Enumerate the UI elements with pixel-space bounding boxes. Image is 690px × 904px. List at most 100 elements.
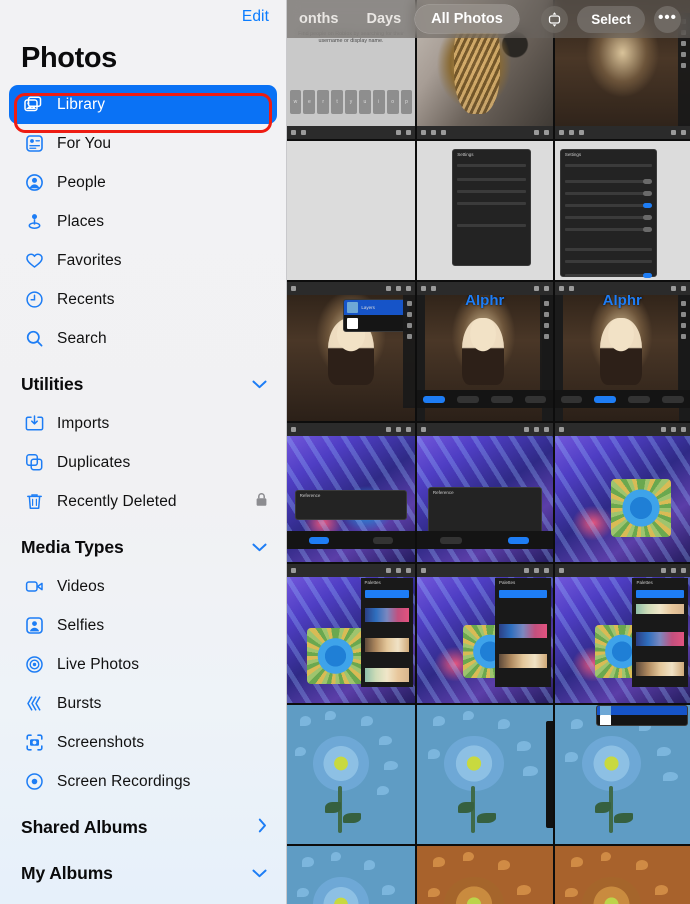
sidebar-item-label: Recents	[57, 290, 115, 308]
settings-toggles-panel: Settings	[559, 149, 658, 279]
sidebar-item-bursts[interactable]: Bursts	[9, 684, 277, 723]
photo-thumbnail[interactable]	[554, 846, 690, 904]
sidebar-item-live-photos[interactable]: Live Photos	[9, 645, 277, 684]
aspect-zoom-icon[interactable]	[541, 5, 569, 33]
screenshot-camera-icon	[21, 732, 47, 754]
layers-popover: Layers	[343, 298, 410, 333]
sidebar-item-videos[interactable]: Videos	[9, 567, 277, 606]
photo-thumbnail[interactable]: Settings	[554, 141, 690, 280]
sidebar-item-label: Places	[57, 212, 105, 230]
sidebar-item-screen-recordings[interactable]: Screen Recordings	[9, 762, 277, 801]
sidebar-item-selfies[interactable]: Selfies	[9, 606, 277, 645]
library-icon	[21, 94, 47, 116]
photo-thumbnail[interactable]	[554, 705, 690, 844]
sidebar-item-label: Search	[57, 329, 107, 347]
chevron-down-icon[interactable]	[252, 866, 267, 881]
chevron-down-icon[interactable]	[252, 540, 267, 555]
sidebar-item-library[interactable]: Library	[9, 85, 277, 124]
editor-top-bar	[287, 564, 415, 577]
sidebar-item-label: Live Photos	[57, 655, 140, 673]
key: u	[358, 90, 371, 114]
photo-thumbnail[interactable]	[287, 141, 415, 280]
sidebar-item-label: Duplicates	[57, 453, 131, 471]
photo-thumbnail[interactable]: Palettes	[554, 564, 690, 703]
more-options-button[interactable]: •••	[654, 5, 681, 33]
photo-thumbnail[interactable]: Alphr	[417, 282, 553, 421]
select-button[interactable]: Select	[577, 5, 645, 33]
layer-row[interactable]	[597, 714, 687, 725]
palettes-panel: Palettes	[494, 578, 551, 687]
sidebar-section-shared-albums[interactable]: Shared Albums	[9, 807, 277, 847]
photo-thumbnail[interactable]: Settings	[417, 141, 553, 280]
angel-figure	[462, 318, 505, 385]
edit-button[interactable]: Edit	[242, 8, 269, 26]
view-segmented-control[interactable]: onths Days All Photos	[285, 5, 519, 33]
key: w	[289, 90, 302, 114]
layer-row[interactable]: Layers	[344, 299, 409, 316]
key: p	[400, 90, 413, 114]
sidebar-section-my-albums[interactable]: My Albums	[9, 853, 277, 893]
photo-thumbnail[interactable]: Alphr	[554, 282, 690, 421]
orange-flower-photo	[417, 846, 553, 904]
photos-sidebar: Edit Photos Library For You People Place…	[0, 0, 287, 904]
sidebar-item-favorites[interactable]: Favorites	[9, 241, 277, 280]
settings-panel: Settings	[452, 149, 531, 267]
palettes-panel: Palettes	[632, 578, 688, 687]
sidebar-item-label: Selfies	[57, 616, 105, 634]
sidebar-item-places[interactable]: Places	[9, 202, 277, 241]
editor-top-bar	[554, 564, 690, 577]
panel-title: Palettes	[498, 580, 516, 585]
editor-top-bar	[287, 282, 415, 295]
key: t	[331, 90, 344, 114]
sidebar-item-screenshots[interactable]: Screenshots	[9, 723, 277, 762]
editor-bottom-toolbar	[554, 390, 690, 408]
duplicates-icon	[21, 452, 47, 474]
sidebar-edit-row: Edit	[0, 0, 286, 34]
live-photo-icon	[21, 654, 47, 676]
video-camera-icon	[21, 576, 47, 598]
sidebar-item-recents[interactable]: Recents	[9, 280, 277, 319]
section-title: My Albums	[21, 862, 113, 883]
for-you-icon	[21, 133, 47, 155]
photo-thumbnail[interactable]: Palettes	[287, 564, 415, 703]
panel-title: Reference	[299, 492, 321, 498]
blue-flower-photo	[554, 705, 690, 844]
sidebar-item-recently-deleted[interactable]: Recently Deleted	[9, 482, 277, 521]
editor-top-bar	[554, 423, 690, 436]
editor-top-bar	[554, 282, 690, 295]
photo-thumbnail[interactable]: Reference	[287, 423, 415, 562]
sidebar-item-imports[interactable]: Imports	[9, 404, 277, 443]
layer-row[interactable]	[344, 315, 409, 331]
photo-thumbnail[interactable]	[287, 846, 415, 904]
search-icon	[21, 328, 47, 350]
sidebar-item-people[interactable]: People	[9, 163, 277, 202]
layer-row[interactable]	[596, 705, 687, 717]
sidebar-item-search[interactable]: Search	[9, 319, 277, 358]
blue-rose-overlay	[611, 478, 672, 537]
photo-thumbnail[interactable]: Layers	[287, 282, 415, 421]
photos-app-window: Find people on Roblox by searching for t…	[0, 0, 690, 904]
editor-bottom-toolbar	[417, 390, 553, 408]
tab-months[interactable]: onths	[285, 5, 352, 33]
photo-thumbnail[interactable]	[554, 423, 690, 562]
editor-bottom-bar	[554, 126, 690, 139]
photo-thumbnail[interactable]	[417, 705, 553, 844]
chevron-down-icon[interactable]	[252, 377, 267, 392]
section-title: Utilities	[21, 373, 84, 394]
photo-thumbnail[interactable]	[287, 705, 415, 844]
section-title: Shared Albums	[21, 816, 148, 837]
editor-bottom-toolbar	[417, 531, 553, 549]
photo-thumbnail[interactable]: Palettes	[417, 564, 553, 703]
sidebar-item-duplicates[interactable]: Duplicates	[9, 443, 277, 482]
chevron-right-icon[interactable]	[258, 818, 267, 836]
tab-days[interactable]: Days	[352, 5, 415, 33]
editor-top-bar	[417, 282, 553, 295]
tab-all-photos[interactable]: All Photos	[415, 5, 519, 33]
editor-top-bar	[417, 564, 553, 577]
sidebar-item-for-you[interactable]: For You	[9, 124, 277, 163]
blue-flower-photo	[287, 846, 415, 904]
sidebar-section-utilities[interactable]: Utilities	[9, 364, 277, 404]
sidebar-section-media-types[interactable]: Media Types	[9, 527, 277, 567]
photo-thumbnail[interactable]: Reference	[417, 423, 553, 562]
photo-thumbnail[interactable]	[417, 846, 553, 904]
